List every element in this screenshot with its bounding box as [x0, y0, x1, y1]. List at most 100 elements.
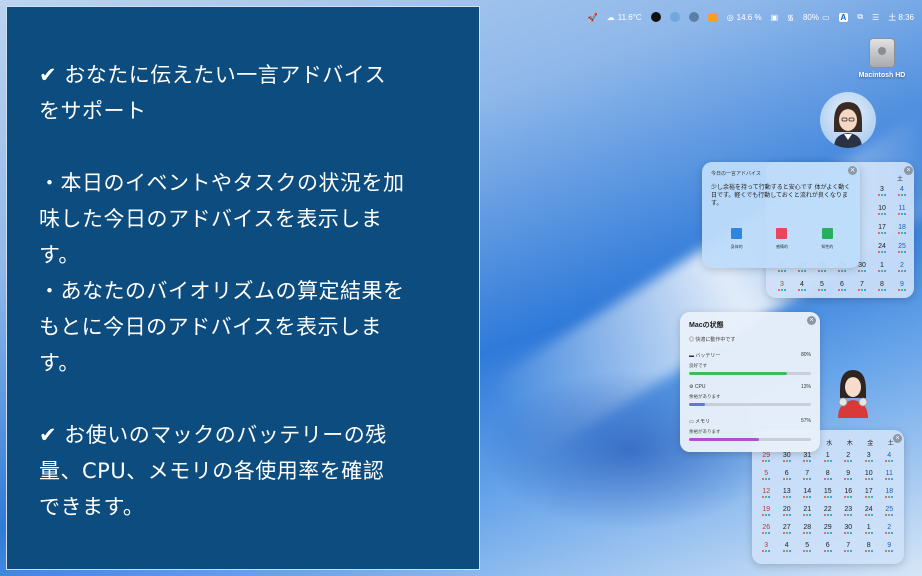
- calendar-day[interactable]: 7: [797, 470, 818, 480]
- calendar-day[interactable]: 7: [838, 542, 859, 552]
- calendar-day[interactable]: 2: [879, 524, 900, 534]
- calendar-day[interactable]: 27: [777, 524, 798, 534]
- feature-line: ✔ おなたに伝えたい一言アドバイス: [39, 63, 387, 87]
- calendar-day[interactable]: 4: [892, 186, 912, 196]
- cpu-row: ⚙ CPU 13% 余裕があります: [689, 384, 811, 406]
- calendar-day[interactable]: 10: [872, 205, 892, 215]
- feature-line: ・あなたのバイオリズムの算定結果を: [39, 279, 405, 303]
- globe-icon[interactable]: [669, 12, 680, 22]
- close-icon[interactable]: ×: [807, 316, 816, 325]
- close-icon[interactable]: ×: [848, 166, 857, 175]
- biorhythm-intellectual: 知性的: [807, 228, 847, 250]
- calendar-day[interactable]: 20: [777, 506, 798, 516]
- battery-icon: ▭: [821, 12, 830, 22]
- calendar-day[interactable]: 30: [838, 524, 859, 534]
- calendar-day[interactable]: 6: [818, 542, 839, 552]
- cpu-value: 13%: [800, 384, 811, 390]
- calendar-day[interactable]: 29: [756, 452, 777, 462]
- calendar-day[interactable]: 2: [892, 262, 912, 272]
- calendar-day[interactable]: 22: [818, 506, 839, 516]
- calendar-day[interactable]: 11: [879, 470, 900, 480]
- calendar-day[interactable]: 17: [872, 224, 892, 234]
- calendar-day[interactable]: 9: [838, 470, 859, 480]
- calendar-day[interactable]: 12: [756, 488, 777, 498]
- calendar-day[interactable]: 26: [756, 524, 777, 534]
- calendar-day[interactable]: 24: [872, 243, 892, 253]
- calendar-day[interactable]: 4: [879, 452, 900, 462]
- calendar-day[interactable]: 8: [872, 281, 892, 291]
- cpu-sub: 余裕があります: [689, 394, 721, 399]
- memory-icon: ▭: [689, 419, 694, 425]
- calendar-day[interactable]: 8: [859, 542, 880, 552]
- calendar-day[interactable]: 25: [892, 243, 912, 253]
- calendar-day[interactable]: 13: [777, 488, 798, 498]
- feature-line: できます。: [39, 495, 145, 519]
- calendar-day[interactable]: 3: [859, 452, 880, 462]
- calendar-day[interactable]: 5: [797, 542, 818, 552]
- feature-line: 量、CPU、メモリの各使用率を確認: [39, 459, 385, 483]
- extension-icon[interactable]: ⧉: [857, 12, 863, 22]
- weather-item[interactable]: ☁ 11.6°C: [607, 13, 642, 22]
- calendar-day[interactable]: 18: [892, 224, 912, 234]
- calendar-day[interactable]: 1: [818, 452, 839, 462]
- mac-status-widget: × Macの状態 ◎ 快適に動作中です ▬ バッテリー 80% 良好です ⚙ C…: [680, 312, 820, 452]
- calendar-day[interactable]: 31: [797, 452, 818, 462]
- avatar-assistant-1[interactable]: [820, 92, 876, 148]
- notes-icon[interactable]: [707, 12, 718, 22]
- calendar-grid-bottom: 29 30 31 1 2 3 4 5 6 7 8 9 10 11 12 13 14 15 16 17 18 19 20 21 2…: [756, 452, 902, 552]
- cpu-percent-text: 14.6 %: [736, 12, 762, 22]
- intellectual-square-icon: [821, 228, 833, 239]
- weekday-header: 金: [867, 441, 874, 447]
- feature-line: 味した今日のアドバイスを表示しま: [39, 207, 383, 231]
- calendar-day[interactable]: 3: [872, 186, 892, 196]
- profile-icon[interactable]: [688, 12, 699, 22]
- calendar-day[interactable]: 5: [756, 470, 777, 480]
- display-icon[interactable]: ▣: [771, 13, 779, 22]
- calendar-day[interactable]: 14: [797, 488, 818, 498]
- memory-row: ▭ メモリ 57% 余裕があります: [689, 418, 811, 441]
- rocket-icon[interactable]: 🚀: [588, 13, 598, 22]
- menubar-clock[interactable]: 土 8:36: [888, 12, 914, 23]
- calendar-day[interactable]: 1: [859, 524, 880, 534]
- calendar-day[interactable]: 3: [756, 542, 777, 552]
- wifi-icon[interactable]: ᯾: [787, 12, 794, 23]
- daily-advice-widget: × 今日の一言アドバイス 少し余裕を持って行動すると安心です 体がよく動く日です…: [702, 162, 860, 268]
- calendar-day[interactable]: 18: [879, 488, 900, 498]
- calendar-day[interactable]: 9: [879, 542, 900, 552]
- calendar-day[interactable]: 5: [812, 281, 832, 291]
- app-badge-icon[interactable]: [650, 12, 661, 22]
- calendar-day[interactable]: 29: [818, 524, 839, 534]
- calendar-day[interactable]: 23: [838, 506, 859, 516]
- calendar-day[interactable]: 24: [859, 506, 880, 516]
- calendar-day[interactable]: 1: [872, 262, 892, 272]
- calendar-day[interactable]: 15: [818, 488, 839, 498]
- control-center-icon[interactable]: ☰: [872, 13, 879, 22]
- weekday-header: 木: [846, 441, 853, 447]
- battery-item[interactable]: 80% ▭: [803, 13, 830, 22]
- calendar-day[interactable]: 16: [838, 488, 859, 498]
- calendar-day[interactable]: 7: [852, 281, 872, 291]
- calendar-day[interactable]: 3: [772, 281, 792, 291]
- feature-line: もとに今日のアドバイスを表示しま: [39, 315, 382, 339]
- calendar-day[interactable]: 4: [777, 542, 798, 552]
- calendar-day[interactable]: 25: [879, 506, 900, 516]
- calendar-day[interactable]: 30: [777, 452, 798, 462]
- input-mode-icon[interactable]: A: [838, 12, 849, 22]
- calendar-day[interactable]: 28: [797, 524, 818, 534]
- calendar-day[interactable]: 10: [859, 470, 880, 480]
- avatar-assistant-2[interactable]: [828, 362, 878, 418]
- memory-progress-track: [689, 438, 811, 441]
- calendar-day[interactable]: 4: [792, 281, 812, 291]
- macintosh-hd-drive[interactable]: Macintosh HD: [852, 38, 912, 79]
- calendar-day[interactable]: 21: [797, 506, 818, 516]
- cpu-item[interactable]: ◎ 14.6 %: [727, 13, 762, 22]
- calendar-day[interactable]: 11: [892, 205, 912, 215]
- calendar-day[interactable]: 2: [838, 452, 859, 462]
- calendar-day[interactable]: 6: [832, 281, 852, 291]
- calendar-day[interactable]: 9: [892, 281, 912, 291]
- calendar-day[interactable]: 6: [777, 470, 798, 480]
- calendar-day[interactable]: 8: [818, 470, 839, 480]
- calendar-day[interactable]: 19: [756, 506, 777, 516]
- battery-percent-text: 80%: [802, 12, 819, 22]
- calendar-day[interactable]: 17: [859, 488, 880, 498]
